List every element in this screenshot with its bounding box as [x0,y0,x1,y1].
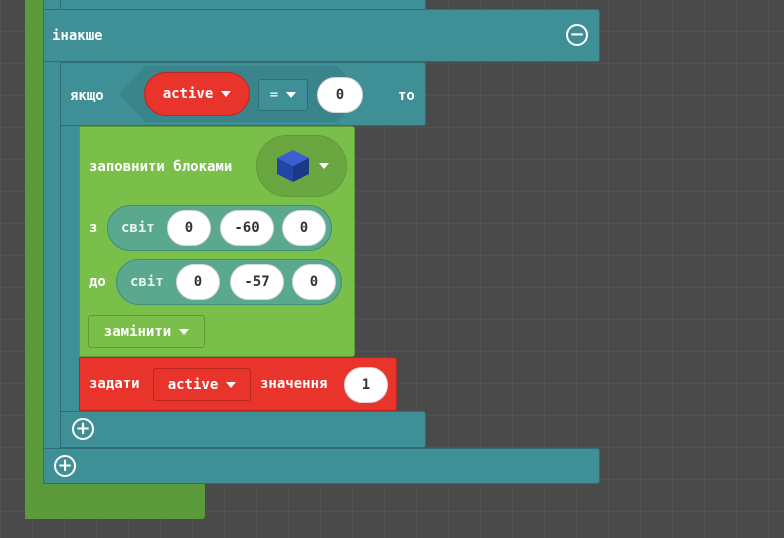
else-label: інакше [52,28,103,44]
to-world-position[interactable]: світ 0 -57 0 [116,259,342,305]
chevron-down-icon [221,91,232,97]
to-z-input[interactable]: 0 [292,264,336,300]
set-value-input[interactable]: 1 [344,367,388,403]
to-y-input[interactable]: -57 [230,264,284,300]
if-else-block-footer: + [43,448,600,484]
from-world-position[interactable]: світ 0 -60 0 [107,205,332,251]
then-label: то [398,88,415,104]
set-variable-dropdown[interactable]: active [153,368,251,401]
value-label: значення [260,376,328,392]
if-row: якщо active = 0 то [60,62,426,126]
condition-value-input[interactable]: 0 [317,77,363,113]
chevron-down-icon [179,328,190,335]
plus-circle-icon[interactable]: + [72,418,94,440]
world-label: світ [130,274,164,290]
set-variable-block[interactable]: задати active значення 1 [79,357,397,411]
operator-dropdown[interactable]: = [258,79,308,111]
minus-circle-icon[interactable]: − [566,24,588,46]
chevron-down-icon [318,163,329,169]
plus-circle-icon[interactable]: + [54,455,76,477]
from-label: з [89,220,98,236]
to-label: до [89,274,106,290]
from-x-input[interactable]: 0 [167,210,211,246]
world-label: світ [121,220,155,236]
condition-variable-dropdown[interactable]: active [144,72,250,116]
fill-mode-dropdown[interactable]: замінити [88,315,205,348]
outer-loop-block [25,0,44,519]
fill-label: заповнити блоками [89,159,233,175]
chevron-down-icon [226,381,237,388]
outer-loop-block-bottom [25,483,205,519]
block-selector-dropdown[interactable] [256,135,347,197]
to-x-input[interactable]: 0 [176,264,220,300]
set-label: задати [89,376,140,392]
if-label: якщо [70,88,104,104]
from-z-input[interactable]: 0 [282,210,326,246]
chevron-down-icon [286,92,297,98]
if-block-footer: + [60,411,426,448]
else-row: інакше − [43,9,600,62]
from-y-input[interactable]: -60 [220,210,274,246]
fill-block[interactable]: заповнити блоками з світ 0 -60 0 до світ… [79,126,355,357]
blue-cube-icon [276,150,309,182]
